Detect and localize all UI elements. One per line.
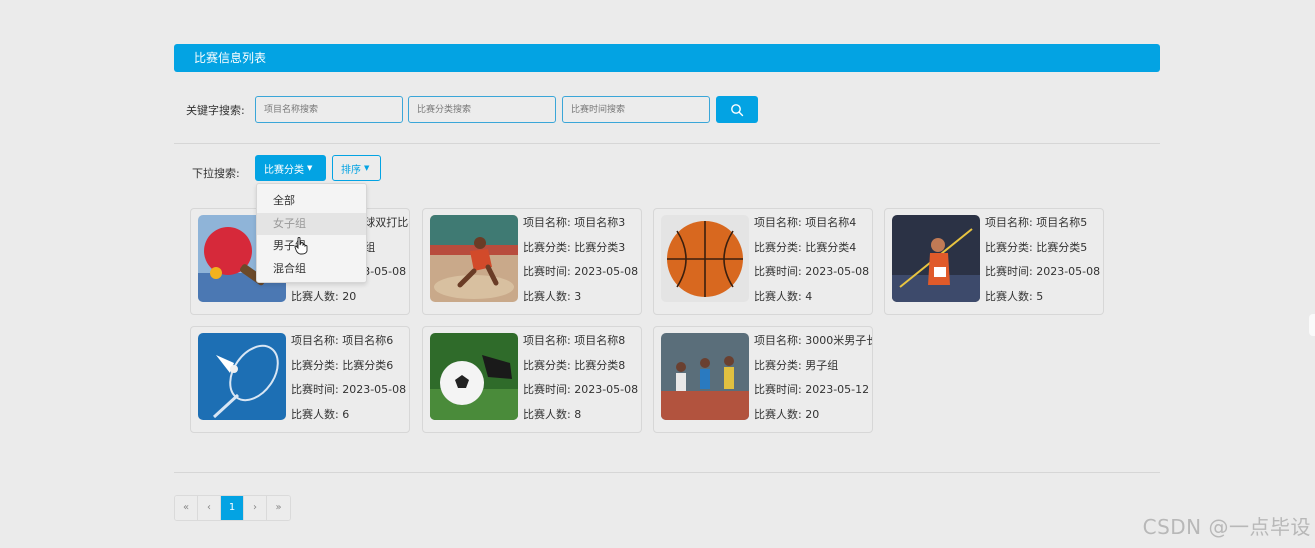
page-title: 比赛信息列表: [194, 51, 267, 65]
competition-card[interactable]: 项目名称: 项目名称8 比赛分类: 比赛分类8 比赛时间: 2023-05-08…: [422, 326, 642, 433]
card-project-name: 项目名称: 项目名称3: [523, 216, 626, 229]
pagination: « ‹ 1 › »: [174, 495, 291, 521]
competition-card[interactable]: 项目名称: 项目名称4 比赛分类: 比赛分类4 比赛时间: 2023-05-08…: [653, 208, 873, 315]
card-project-name: 项目名称: 项目名称8: [523, 334, 626, 347]
competition-card[interactable]: 项目名称: 3000米男子长跑 比赛分类: 男子组 比赛时间: 2023-05-…: [653, 326, 873, 433]
card-count: 比赛人数: 20: [754, 407, 820, 421]
card-count: 比赛人数: 4: [754, 289, 813, 303]
dropdown-item-all[interactable]: 全部: [257, 190, 366, 213]
card-category: 比赛分类: 比赛分类8: [523, 358, 626, 372]
card-time: 比赛时间: 2023-05-08 1: [291, 383, 410, 396]
pagination-next-button[interactable]: ›: [244, 496, 267, 520]
hand-cursor-icon: [294, 237, 308, 255]
soccer-image: [430, 333, 518, 420]
category-dropdown-menu: 全部 女子组 男子组 混合组: [256, 183, 367, 283]
caret-down-icon: ▼: [364, 164, 370, 172]
card-count: 比赛人数: 5: [985, 289, 1044, 303]
pagination-last-button[interactable]: »: [267, 496, 290, 520]
badminton-image: [198, 333, 286, 420]
card-project-name: 项目名称: 项目名称5: [985, 216, 1088, 229]
card-category: 比赛分类: 比赛分类4: [754, 240, 857, 254]
pagination-prev-button[interactable]: ‹: [198, 496, 221, 520]
card-time: 比赛时间: 2023-05-08 1: [523, 265, 642, 278]
search-button[interactable]: [716, 96, 758, 123]
keyword-search-label: 关键字搜索:: [186, 104, 245, 117]
category-search-input[interactable]: [408, 96, 556, 123]
project-name-search-input[interactable]: [255, 96, 403, 123]
running-image: [661, 333, 749, 420]
card-count: 比赛人数: 20: [291, 289, 357, 303]
competition-card[interactable]: 项目名称: 项目名称5 比赛分类: 比赛分类5 比赛时间: 2023-05-08…: [884, 208, 1104, 315]
sort-dropdown-label: 排序: [341, 164, 361, 176]
long-jump-image: [430, 215, 518, 302]
card-count: 比赛人数: 6: [291, 407, 350, 421]
card-time: 比赛时间: 2023-05-08 1: [985, 265, 1104, 278]
category-dropdown-label: 比赛分类: [264, 164, 304, 176]
dropdown-search-label: 下拉搜索:: [192, 167, 240, 180]
card-count: 比赛人数: 3: [523, 289, 582, 303]
divider-bottom: [174, 472, 1160, 473]
pagination-page-1[interactable]: 1: [221, 496, 244, 520]
page-title-bar: 比赛信息列表: [174, 44, 1160, 72]
competition-card[interactable]: 项目名称: 项目名称3 比赛分类: 比赛分类3 比赛时间: 2023-05-08…: [422, 208, 642, 315]
card-category: 比赛分类: 比赛分类6: [291, 358, 394, 372]
card-category: 比赛分类: 男子组: [754, 358, 839, 372]
watermark: CSDN @一点毕设: [1142, 515, 1311, 539]
basketball-image: [661, 215, 749, 302]
competition-card[interactable]: 项目名称: 项目名称6 比赛分类: 比赛分类6 比赛时间: 2023-05-08…: [190, 326, 410, 433]
card-project-name: 项目名称: 项目名称6: [291, 334, 394, 347]
dropdown-item-mixed[interactable]: 混合组: [257, 258, 366, 281]
side-edge-tab[interactable]: [1309, 314, 1315, 336]
divider-top: [174, 143, 1160, 144]
dropdown-item-men[interactable]: 男子组: [257, 235, 366, 258]
sort-dropdown-button[interactable]: 排序 ▼: [332, 155, 381, 181]
pagination-first-button[interactable]: «: [175, 496, 198, 520]
javelin-image: [892, 215, 980, 302]
time-search-input[interactable]: [562, 96, 710, 123]
card-time: 比赛时间: 2023-05-08 1: [754, 265, 873, 278]
dropdown-item-women[interactable]: 女子组: [257, 212, 366, 235]
card-category: 比赛分类: 比赛分类3: [523, 240, 626, 254]
category-dropdown-button[interactable]: 比赛分类 ▼: [255, 155, 326, 181]
card-project-name: 项目名称: 3000米男子长跑: [754, 334, 872, 347]
caret-down-icon: ▼: [307, 164, 313, 172]
card-time: 比赛时间: 2023-05-08 1: [523, 383, 642, 396]
card-time: 比赛时间: 2023-05-12 0: [754, 383, 873, 396]
card-count: 比赛人数: 8: [523, 407, 582, 421]
search-icon: [731, 103, 744, 116]
card-project-name: 项目名称: 项目名称4: [754, 216, 857, 229]
card-category: 比赛分类: 比赛分类5: [985, 240, 1088, 254]
